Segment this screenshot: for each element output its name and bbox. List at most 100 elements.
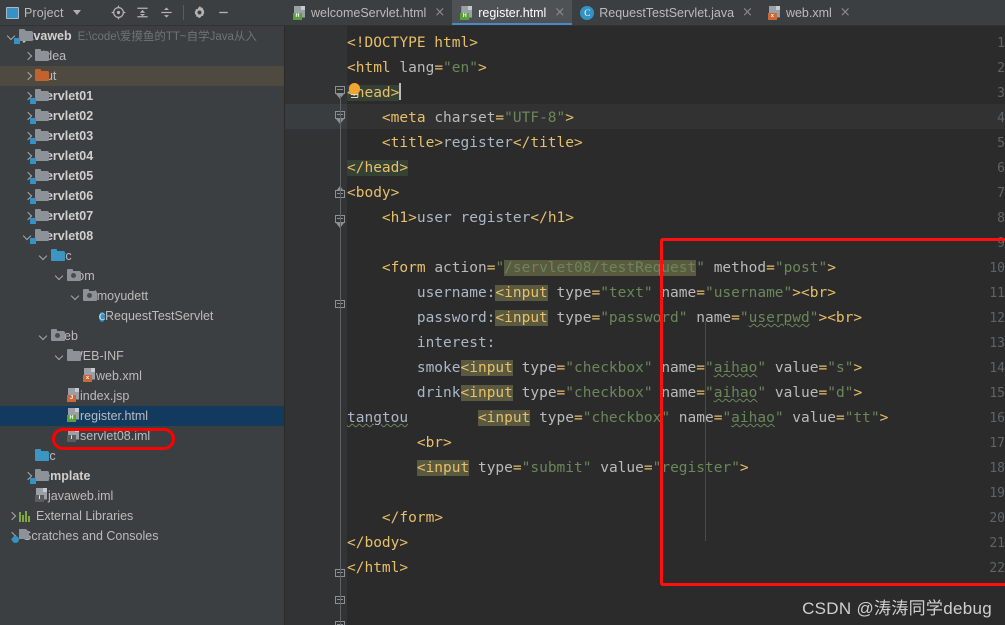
tree-item-servlet02[interactable]: servlet02: [0, 106, 284, 126]
tab-web-xml[interactable]: x web.xml ×: [760, 0, 858, 25]
code-line[interactable]: <title>register</title>: [347, 131, 1005, 156]
collapse-arrow-icon[interactable]: [54, 271, 65, 282]
close-icon[interactable]: ×: [840, 6, 851, 19]
tree-item-label: servlet08.iml: [80, 429, 151, 443]
module-folder: [14, 29, 33, 44]
expand-arrow-icon[interactable]: [6, 511, 17, 522]
collapse-all-icon[interactable]: [155, 1, 179, 25]
code-line[interactable]: <h1>user register</h1>: [347, 206, 1005, 231]
project-path-label: E:\code\爱摸鱼的TT~自学Java从入: [77, 31, 257, 43]
tree-item-javaweb[interactable]: javaweb E:\code\爱摸鱼的TT~自学Java从入: [0, 26, 284, 46]
project-tree: javawebE:\code\爱摸鱼的TT~自学Java从入.ideaoutse…: [0, 26, 284, 546]
tab-label: welcomeServlet.html: [311, 5, 427, 20]
module-folder: [30, 149, 49, 164]
module-folder: [30, 469, 49, 484]
code-line[interactable]: </body>: [347, 531, 1005, 556]
code-line[interactable]: <head>: [347, 81, 1005, 106]
tab-welcomeServlet-html[interactable]: H welcomeServlet.html ×: [285, 0, 452, 25]
code-line[interactable]: <input type="submit" value="register">: [347, 456, 1005, 481]
expand-all-icon[interactable]: [131, 1, 155, 25]
tree-item-external-libraries[interactable]: External Libraries: [0, 506, 284, 526]
expand-arrow-icon[interactable]: [22, 51, 33, 62]
code-line[interactable]: </head>: [347, 156, 1005, 181]
close-icon[interactable]: ×: [434, 6, 445, 19]
arrow-spacer: [70, 371, 81, 382]
editor-tab-bar: H welcomeServlet.html × H register.html …: [285, 0, 1005, 26]
close-icon[interactable]: ×: [554, 6, 565, 19]
code-line[interactable]: </form>: [347, 506, 1005, 531]
tree-item-servlet08[interactable]: servlet08: [0, 226, 284, 246]
project-tree-panel[interactable]: javawebE:\code\爱摸鱼的TT~自学Java从入.ideaoutse…: [0, 26, 285, 625]
tree-item-aimoyudett[interactable]: aimoyudett: [0, 286, 284, 306]
tree-item-label: Scratches and Consoles: [23, 529, 159, 543]
code-line[interactable]: <html lang="en">: [347, 56, 1005, 81]
code-line[interactable]: [347, 231, 1005, 256]
module-folder: [30, 189, 49, 204]
tree-item-servlet05[interactable]: servlet05: [0, 166, 284, 186]
code-line[interactable]: <form action="/servlet08/testRequest" me…: [347, 256, 1005, 281]
intention-bulb-icon[interactable]: [349, 83, 360, 98]
arrow-spacer: [22, 451, 33, 462]
arrow-spacer: [54, 431, 65, 442]
iml-file-icon: i: [35, 487, 48, 505]
code-line[interactable]: </html>: [347, 556, 1005, 581]
code-line[interactable]: <br>: [347, 431, 1005, 456]
collapse-arrow-icon[interactable]: [38, 331, 49, 342]
tree-item-web[interactable]: web: [0, 326, 284, 346]
tree-item-out[interactable]: out: [0, 66, 284, 86]
tree-item-web-xml[interactable]: x web.xml: [0, 366, 284, 386]
code-line[interactable]: interest:: [347, 331, 1005, 356]
code-line[interactable]: [347, 481, 1005, 506]
tree-item-label: index.jsp: [80, 389, 130, 403]
tree-item-web-inf[interactable]: WEB-INF: [0, 346, 284, 366]
tree-item-requesttestservlet[interactable]: C RequestTestServlet: [0, 306, 284, 326]
code-line[interactable]: username:<input type="text" name="userna…: [347, 281, 1005, 306]
settings-gear-icon[interactable]: [188, 1, 212, 25]
iml-file-icon: i: [67, 427, 80, 445]
watermark-text: CSDN @涛涛同学debug: [802, 599, 992, 618]
code-line[interactable]: <!DOCTYPE html>: [347, 31, 1005, 56]
tree-item--idea[interactable]: .idea: [0, 46, 284, 66]
collapse-arrow-icon[interactable]: [70, 291, 81, 302]
tree-item-servlet01[interactable]: servlet01: [0, 86, 284, 106]
code-content[interactable]: <!DOCTYPE html> <html lang="en"> <head> <m…: [347, 26, 1005, 625]
code-line[interactable]: <body>: [347, 181, 1005, 206]
tab-register-html[interactable]: H register.html ×: [452, 0, 573, 25]
project-panel-title-group[interactable]: Project: [0, 6, 81, 20]
xml-file-icon: x: [83, 367, 96, 385]
module-folder: [30, 229, 49, 244]
tree-item-template[interactable]: template: [0, 466, 284, 486]
fold-guide-line: [340, 96, 341, 625]
tree-item-javaweb-iml[interactable]: i javaweb.iml: [0, 486, 284, 506]
html-file-icon: H: [67, 407, 80, 425]
arrow-spacer: [54, 391, 65, 402]
collapse-arrow-icon[interactable]: [54, 351, 65, 362]
code-line[interactable]: smoke<input type="checkbox" name="aihao"…: [347, 356, 1005, 381]
folder: [67, 349, 81, 363]
expand-arrow-icon[interactable]: [22, 71, 33, 82]
module-folder: [30, 109, 49, 124]
tree-item-src[interactable]: src: [0, 246, 284, 266]
code-editor[interactable]: 1 2 3 4 5 6 7 8 9 10 11 12 13 14 15 16 17 18 19 20 21 22 <!DO…: [285, 26, 1005, 625]
tree-item-index-jsp[interactable]: Jindex.jsp: [0, 386, 284, 406]
collapse-arrow-icon[interactable]: [38, 251, 49, 262]
tree-item-servlet04[interactable]: servlet04: [0, 146, 284, 166]
code-line[interactable]: tangtou <input type="checkbox" name="aih…: [347, 406, 1005, 431]
tab-RequestTestServlet-java[interactable]: C RequestTestServlet.java ×: [572, 0, 760, 25]
tree-item-scratches-and-consoles[interactable]: Scratches and Consoles: [0, 526, 284, 546]
chevron-down-icon[interactable]: [72, 10, 81, 15]
close-icon[interactable]: ×: [742, 6, 753, 19]
tree-item-register-html[interactable]: Hregister.html: [0, 406, 284, 426]
tree-item-src[interactable]: src: [0, 446, 284, 466]
code-line[interactable]: password:<input type="password" name="us…: [347, 306, 1005, 331]
tree-item-servlet06[interactable]: servlet06: [0, 186, 284, 206]
tree-item-servlet07[interactable]: servlet07: [0, 206, 284, 226]
module-folder: [30, 89, 49, 104]
tree-item-com[interactable]: com: [0, 266, 284, 286]
locate-icon[interactable]: [107, 1, 131, 25]
hide-panel-icon[interactable]: [212, 1, 236, 25]
code-line[interactable]: <meta charset="UTF-8">: [347, 106, 1005, 131]
code-line[interactable]: drink<input type="checkbox" name="aihao"…: [347, 381, 1005, 406]
tree-item-servlet08-iml[interactable]: i servlet08.iml: [0, 426, 284, 446]
tree-item-servlet03[interactable]: servlet03: [0, 126, 284, 146]
